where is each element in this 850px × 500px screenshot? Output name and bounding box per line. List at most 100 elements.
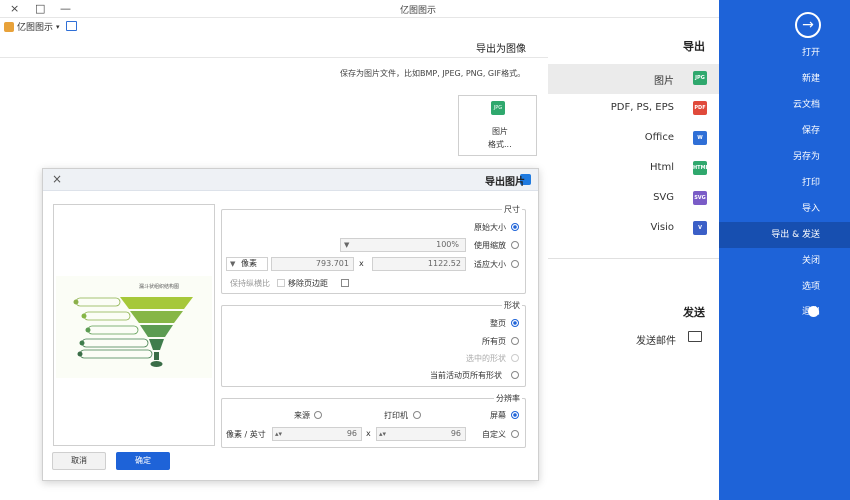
brand-logo-icon xyxy=(4,21,14,32)
preview-title: 漏斗状组织结构图 xyxy=(139,284,180,290)
nav-item-svg[interactable]: SVG SVG xyxy=(548,184,719,214)
funnel-layer xyxy=(149,339,164,350)
sidebar-item-label: 另存为 xyxy=(792,152,820,162)
nav-item-label: 图片 xyxy=(654,76,674,87)
jpg-icon: JPG xyxy=(491,101,505,115)
stepper-icon: ▴▾ xyxy=(379,430,387,438)
window-title: 亿图图示 xyxy=(400,6,437,16)
funnel-layer xyxy=(120,297,193,309)
card-label: 图片 xyxy=(492,127,508,136)
shape-group-label: 形状 xyxy=(502,300,522,311)
sidebar-item-print[interactable]: 打印 xyxy=(719,170,850,196)
all-pages-label: 所有页 xyxy=(482,337,506,346)
svg-icon: SVG xyxy=(693,191,707,205)
screen-radio[interactable] xyxy=(511,411,519,419)
page-radio[interactable] xyxy=(511,319,519,327)
current-page-shapes-radio[interactable] xyxy=(511,371,519,379)
funnel-dot xyxy=(85,327,91,333)
nav-item-html[interactable]: HTML Html xyxy=(548,154,719,184)
sidebar-item-export-send[interactable]: 导出 & 发送 xyxy=(719,222,850,248)
funnel-label-box xyxy=(79,349,153,359)
divider xyxy=(548,258,719,259)
unit-select[interactable]: ▼ 像素 xyxy=(226,257,268,271)
content-title: 导出为图像 xyxy=(476,44,526,55)
card-sublabel: 格式... xyxy=(488,140,512,149)
sidebar-item-close[interactable]: 关闭 xyxy=(719,248,850,274)
times-label: x xyxy=(359,259,364,268)
width-value: 1122.52 xyxy=(427,259,461,268)
selected-shapes-radio[interactable] xyxy=(511,354,519,362)
nav-item-image[interactable]: JPG 图片 xyxy=(548,64,719,94)
zoom-radio[interactable] xyxy=(511,241,519,249)
back-arrow-icon[interactable]: → xyxy=(795,12,821,38)
quick-access-icon[interactable] xyxy=(66,21,77,31)
size-group-label: 尺寸 xyxy=(502,204,522,215)
source-radio[interactable] xyxy=(314,411,322,419)
dpi-unit-label: 像素 / 英寸 xyxy=(226,430,266,439)
nav-item-email[interactable]: 发送邮件 xyxy=(548,326,719,350)
html-icon: HTML xyxy=(693,161,709,175)
dpi-y-field[interactable]: ▴▾ 96 xyxy=(272,427,362,441)
sidebar-item-exit[interactable]: 退出 xyxy=(719,299,850,325)
width-field[interactable]: 1122.52 xyxy=(372,257,466,271)
maximize-window-icon[interactable]: □ xyxy=(35,2,45,15)
printer-radio[interactable] xyxy=(413,411,421,419)
sidebar-item-save-as[interactable]: 另存为 xyxy=(719,144,850,170)
custom-radio[interactable] xyxy=(511,430,519,438)
keep-ratio-checkbox[interactable] xyxy=(277,279,285,287)
remove-margin-label: 移除页边距 xyxy=(288,279,328,288)
keep-ratio-label: 保持纵横比 xyxy=(230,279,270,288)
funnel-layer xyxy=(154,352,159,360)
brand-menu[interactable]: 亿图图示 ▾ xyxy=(4,20,60,33)
export-heading: 导出 xyxy=(683,40,705,53)
funnel-diagram xyxy=(73,297,193,367)
funnel-dot xyxy=(77,351,83,357)
current-page-shapes-label: 当前活动页所有形状 xyxy=(430,371,502,380)
selected-shapes-label: 选中的形状 xyxy=(466,354,506,363)
height-field[interactable]: 793.701 xyxy=(271,257,354,271)
sidebar-item-import[interactable]: 导入 xyxy=(719,196,850,222)
sidebar-item-open[interactable]: 打开 xyxy=(719,40,850,66)
nav-item-label: Office xyxy=(644,132,674,143)
cancel-button[interactable]: 取消 xyxy=(52,452,106,470)
nav-item-visio[interactable]: V Visio xyxy=(548,214,719,244)
resolution-group-label: 分辨率 xyxy=(494,393,522,404)
sidebar-item-label: 云文档 xyxy=(792,100,820,110)
nav-item-pdf[interactable]: PDF PDF, PS, EPS xyxy=(548,94,719,124)
all-pages-radio[interactable] xyxy=(511,337,519,345)
zoom-label: 使用缩放 xyxy=(474,241,506,250)
sidebar-item-new[interactable]: 新建 xyxy=(719,66,850,92)
sidebar-item-save[interactable]: 保存 xyxy=(719,118,850,144)
funnel-base xyxy=(150,361,163,367)
original-size-radio[interactable] xyxy=(511,223,519,231)
sidebar-item-label: 打印 xyxy=(801,178,820,188)
zoom-select[interactable]: ▼ 100% xyxy=(340,238,466,252)
sidebar-item-label: 保存 xyxy=(801,126,820,136)
close-window-icon[interactable]: × xyxy=(10,2,19,15)
chevron-down-icon: ▼ xyxy=(344,241,350,249)
sidebar-item-label: 新建 xyxy=(801,74,820,84)
funnel-label-box xyxy=(83,311,131,321)
funnel-dot xyxy=(81,313,87,319)
sidebar-item-cloud[interactable]: 云文档 xyxy=(719,92,850,118)
dpi-x-value: 96 xyxy=(450,429,461,438)
dialog-title: 导出图片 xyxy=(485,177,525,188)
sidebar-item-options[interactable]: 选项 xyxy=(719,274,850,300)
dpi-x-field[interactable]: ▴▾ 96 xyxy=(376,427,466,441)
remove-margin-checkbox[interactable] xyxy=(341,279,349,287)
content-header xyxy=(0,36,548,58)
nav-item-label: 发送邮件 xyxy=(636,336,676,347)
source-label: 来源 xyxy=(294,411,310,420)
ok-button[interactable]: 确定 xyxy=(116,452,170,470)
brand-label: 亿图图示 xyxy=(17,23,54,33)
fit-size-radio[interactable] xyxy=(511,260,519,268)
funnel-label-box xyxy=(81,338,149,348)
stepper-icon: ▴▾ xyxy=(275,430,283,438)
nav-item-label: Visio xyxy=(650,222,674,233)
resolution-group xyxy=(221,398,526,448)
dialog-close-icon[interactable]: × xyxy=(52,172,62,186)
nav-item-office[interactable]: W Office xyxy=(548,124,719,154)
minimize-window-icon[interactable]: — xyxy=(60,2,71,15)
send-heading: 发送 xyxy=(683,306,705,319)
funnel-layer xyxy=(130,311,183,323)
